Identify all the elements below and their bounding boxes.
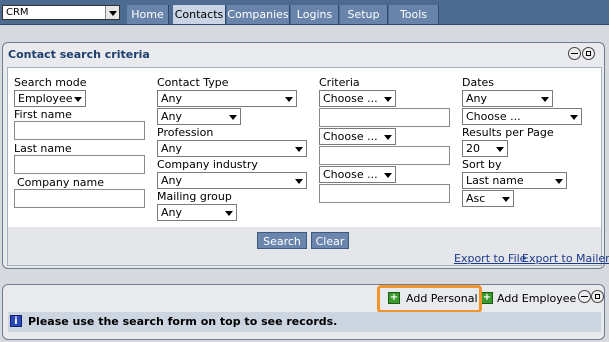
first-name-label: First name	[14, 108, 72, 121]
criteria-field-2[interactable]	[319, 146, 450, 165]
criteria-field-1[interactable]	[319, 108, 450, 127]
chevron-down-icon	[384, 97, 392, 102]
tab-contacts[interactable]: Contacts	[173, 5, 226, 24]
add-icon[interactable]: +	[481, 292, 493, 304]
chevron-down-icon	[285, 97, 293, 102]
criteria-select-1[interactable]: Choose ...	[319, 90, 396, 107]
chevron-down-icon	[541, 97, 549, 102]
last-name-label: Last name	[14, 142, 72, 155]
info-icon: i	[10, 315, 22, 327]
info-message: Please use the search form on top to see…	[28, 315, 338, 328]
add-employee-link[interactable]: Add Employee	[497, 292, 576, 305]
highlight-box	[377, 285, 482, 313]
results-per-page-label: Results per Page	[462, 126, 554, 139]
company-name-field[interactable]	[14, 189, 145, 208]
criteria-field-3[interactable]	[319, 184, 450, 203]
dates-select[interactable]: Any	[462, 90, 553, 107]
sort-by-select[interactable]: Last name	[462, 172, 567, 189]
chevron-down-icon	[229, 115, 237, 120]
company-industry-select[interactable]: Any	[157, 172, 307, 189]
export-to-mailer-link[interactable]: Export to Mailer	[522, 252, 609, 265]
clear-button[interactable]: Clear	[311, 232, 349, 249]
chevron-down-icon	[225, 211, 233, 216]
results-per-page-select[interactable]: 20	[462, 140, 508, 157]
company-industry-label: Company industry	[157, 158, 258, 171]
export-to-file-link[interactable]: Export to File	[454, 252, 526, 265]
mailing-group-label: Mailing group	[157, 190, 232, 203]
chevron-down-icon	[295, 147, 303, 152]
chevron-down-icon[interactable]	[105, 6, 119, 19]
sort-by-label: Sort by	[462, 158, 502, 171]
panel-title: Contact search criteria	[8, 48, 150, 61]
chevron-down-icon	[74, 97, 82, 102]
search-mode-value: Employee	[18, 92, 73, 105]
app-select-value: CRM	[6, 7, 29, 18]
tab-companies[interactable]: Companies	[227, 5, 290, 24]
chevron-down-icon	[384, 135, 392, 140]
profession-label: Profession	[157, 126, 214, 139]
contact-type-label: Contact Type	[157, 76, 229, 89]
chevron-down-icon	[384, 173, 392, 178]
contact-type-value-2: Any	[161, 110, 183, 123]
last-name-field[interactable]	[14, 155, 145, 174]
contact-type-select[interactable]: Any	[157, 90, 297, 107]
chevron-down-icon	[496, 147, 504, 152]
dates-value: Any	[466, 92, 488, 105]
maximize-icon[interactable]	[582, 47, 595, 60]
dates-label: Dates	[462, 76, 495, 89]
first-name-field[interactable]	[14, 121, 145, 140]
results-per-page-value: 20	[466, 142, 480, 155]
criteria-label: Criteria	[319, 76, 360, 89]
contact-type-select-2[interactable]: Any	[157, 108, 241, 125]
tab-logins[interactable]: Logins	[291, 5, 339, 24]
sort-order-value: Asc	[466, 192, 486, 205]
criteria-value-1: Choose ...	[323, 92, 378, 105]
search-mode-select[interactable]: Employee	[14, 90, 86, 107]
dates-range-select[interactable]: Choose ...	[462, 108, 582, 125]
app-select[interactable]: CRM	[2, 5, 120, 20]
chevron-down-icon	[295, 179, 303, 184]
criteria-select-3[interactable]: Choose ...	[319, 166, 396, 183]
sort-order-select[interactable]: Asc	[462, 190, 514, 207]
tab-home[interactable]: Home	[127, 5, 169, 24]
maximize-icon[interactable]	[591, 290, 604, 303]
tab-setup[interactable]: Setup	[340, 5, 388, 24]
chevron-down-icon	[502, 197, 510, 202]
search-mode-label: Search mode	[14, 76, 87, 89]
mailing-group-value: Any	[161, 206, 183, 219]
collapse-icon[interactable]	[568, 47, 581, 60]
profession-select[interactable]: Any	[157, 140, 307, 157]
criteria-select-2[interactable]: Choose ...	[319, 128, 396, 145]
dates-range-value: Choose ...	[466, 110, 521, 123]
company-industry-value: Any	[161, 174, 183, 187]
criteria-value-2: Choose ...	[323, 130, 378, 143]
tab-tools[interactable]: Tools	[389, 5, 439, 24]
chevron-down-icon	[555, 179, 563, 184]
criteria-value-3: Choose ...	[323, 168, 378, 181]
collapse-icon[interactable]	[578, 290, 591, 303]
chevron-down-icon	[570, 115, 578, 120]
mailing-group-select[interactable]: Any	[157, 204, 237, 221]
profession-value: Any	[161, 142, 183, 155]
search-button[interactable]: Search	[257, 232, 307, 249]
contact-type-value: Any	[161, 92, 183, 105]
sort-by-value: Last name	[466, 174, 524, 187]
company-name-label: Company name	[17, 176, 105, 189]
